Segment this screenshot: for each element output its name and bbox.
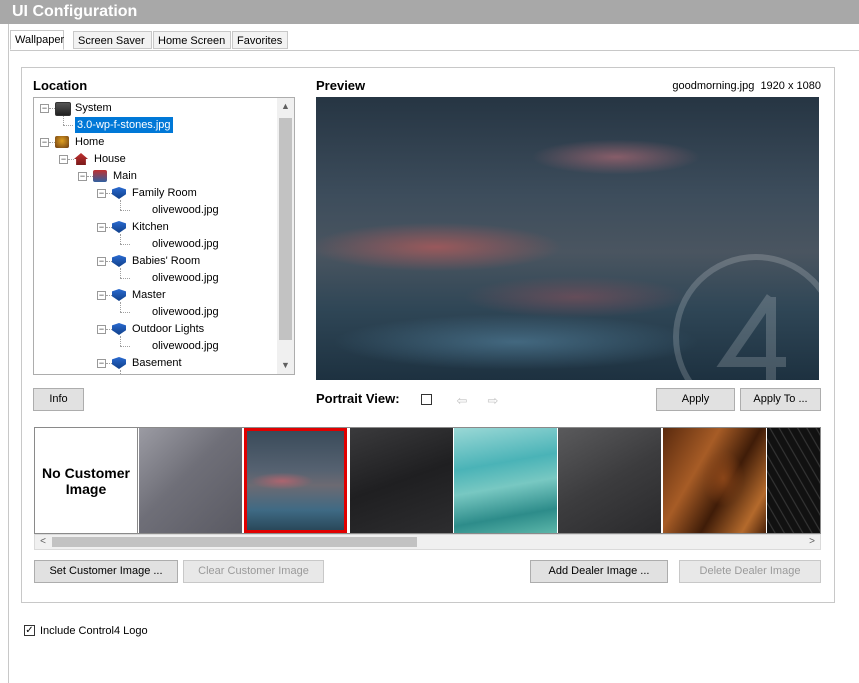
- tree-node-label: Master: [132, 289, 166, 301]
- scroll-left-icon[interactable]: <: [35, 535, 51, 549]
- tree-node-label: Family Room: [132, 187, 197, 199]
- tree-collapse-icon[interactable]: −: [97, 325, 106, 334]
- room-icon: [112, 323, 126, 335]
- tree-collapse-icon[interactable]: −: [97, 223, 106, 232]
- delete-dealer-image-button[interactable]: Delete Dealer Image: [679, 560, 821, 583]
- preview-resolution: 1920 x 1080: [760, 80, 821, 92]
- clear-customer-image-button[interactable]: Clear Customer Image: [183, 560, 324, 583]
- tree-node-label: Kitchen: [132, 221, 169, 233]
- home-project-icon: [55, 136, 69, 148]
- scroll-right-icon[interactable]: >: [804, 535, 820, 549]
- no-customer-line2: Image: [65, 480, 107, 497]
- tree-collapse-icon[interactable]: −: [97, 257, 106, 266]
- tab-favorites[interactable]: Favorites: [232, 31, 288, 49]
- scroll-down-icon[interactable]: ▼: [277, 357, 294, 374]
- tree-node-label: Home: [75, 136, 105, 148]
- tree-collapse-icon[interactable]: −: [97, 359, 106, 368]
- tree-node-label: Outdoor Lights: [132, 323, 205, 335]
- preview-info: goodmorning.jpg 1920 x 1080: [672, 80, 821, 92]
- apply-button[interactable]: Apply: [656, 388, 735, 411]
- floor-icon: [93, 170, 107, 182]
- preview-header: Preview: [316, 78, 366, 93]
- house-icon: [74, 153, 88, 165]
- tab-wallpaper[interactable]: Wallpaper: [10, 30, 64, 50]
- window-title: UI Configuration: [12, 3, 138, 20]
- wallpaper-gallery: No Customer Image: [34, 427, 821, 534]
- location-header: Location: [33, 78, 88, 93]
- include-logo-label: Include Control4 Logo: [40, 625, 148, 637]
- sunset-clouds-thumbnail[interactable]: [244, 428, 347, 533]
- apply-to-button[interactable]: Apply To ...: [740, 388, 821, 411]
- turquoise-water-thumbnail[interactable]: [454, 428, 557, 533]
- dark-granite-thumbnail[interactable]: [558, 428, 661, 533]
- rotate-left-icon[interactable]: ⇦: [451, 391, 473, 411]
- gray-gradient-thumbnail[interactable]: [139, 428, 242, 533]
- room-icon: [112, 289, 126, 301]
- rotate-right-icon[interactable]: ⇨: [482, 391, 504, 411]
- tree-collapse-icon[interactable]: −: [97, 291, 106, 300]
- tree-node-label: olivewood.jpg: [150, 372, 221, 374]
- no-customer-image-thumbnail[interactable]: No Customer Image: [35, 428, 138, 533]
- tree-collapse-icon[interactable]: −: [97, 189, 106, 198]
- gallery-horizontal-scrollbar[interactable]: < >: [34, 534, 821, 550]
- tree-node-label: olivewood.jpg: [152, 272, 219, 284]
- tree-collapse-icon[interactable]: −: [40, 138, 49, 147]
- room-icon: [112, 357, 126, 369]
- tree-vertical-scrollbar[interactable]: ▲ ▼: [277, 98, 294, 374]
- tree-node-label: Basement: [132, 357, 182, 369]
- room-icon: [112, 255, 126, 267]
- dark-leaf-thumbnail[interactable]: [767, 428, 820, 533]
- scroll-thumb[interactable]: [279, 118, 292, 340]
- tree-node-label: Babies' Room: [132, 255, 201, 267]
- portrait-view-label: Portrait View:: [316, 391, 400, 406]
- tree-node-label: 3.0-wp-f-stones.jpg: [75, 117, 173, 133]
- scroll-up-icon[interactable]: ▲: [277, 98, 294, 115]
- title-bar: UI Configuration: [0, 0, 859, 24]
- tree-node-label: olivewood.jpg: [152, 204, 219, 216]
- dark-slate-thumbnail[interactable]: [350, 428, 453, 533]
- tab-screen-saver[interactable]: Screen Saver: [73, 31, 152, 49]
- no-customer-line1: No Customer: [42, 464, 130, 481]
- tree-node-label: olivewood.jpg: [152, 238, 219, 250]
- room-icon: [112, 221, 126, 233]
- portrait-view-checkbox[interactable]: [421, 394, 432, 405]
- tree-collapse-icon[interactable]: −: [40, 104, 49, 113]
- info-button[interactable]: Info: [33, 388, 84, 411]
- tree-node-label: Main: [113, 170, 137, 182]
- tab-home-screen[interactable]: Home Screen: [153, 31, 231, 49]
- add-dealer-image-button[interactable]: Add Dealer Image ...: [530, 560, 668, 583]
- preview-filename: goodmorning.jpg: [672, 80, 755, 92]
- wallpaper-preview: [316, 97, 819, 380]
- tree-node-label: House: [94, 153, 126, 165]
- tree-collapse-icon[interactable]: −: [78, 172, 87, 181]
- tree-node-label: olivewood.jpg: [152, 306, 219, 318]
- control4-logo-watermark-icon: [673, 254, 819, 380]
- monitor-icon: [55, 102, 71, 116]
- include-logo-checkbox[interactable]: ✓: [24, 625, 35, 636]
- location-tree[interactable]: olivewood.jpg − Basement olivewood.jpg − Outd…: [33, 97, 295, 375]
- tree-node-label: olivewood.jpg: [152, 340, 219, 352]
- tree-node-label: System: [75, 102, 112, 114]
- room-icon: [112, 187, 126, 199]
- gallery-scroll-thumb[interactable]: [52, 537, 417, 547]
- tree-collapse-icon[interactable]: −: [59, 155, 68, 164]
- olivewood-thumbnail[interactable]: [663, 428, 766, 533]
- set-customer-image-button[interactable]: Set Customer Image ...: [34, 560, 178, 583]
